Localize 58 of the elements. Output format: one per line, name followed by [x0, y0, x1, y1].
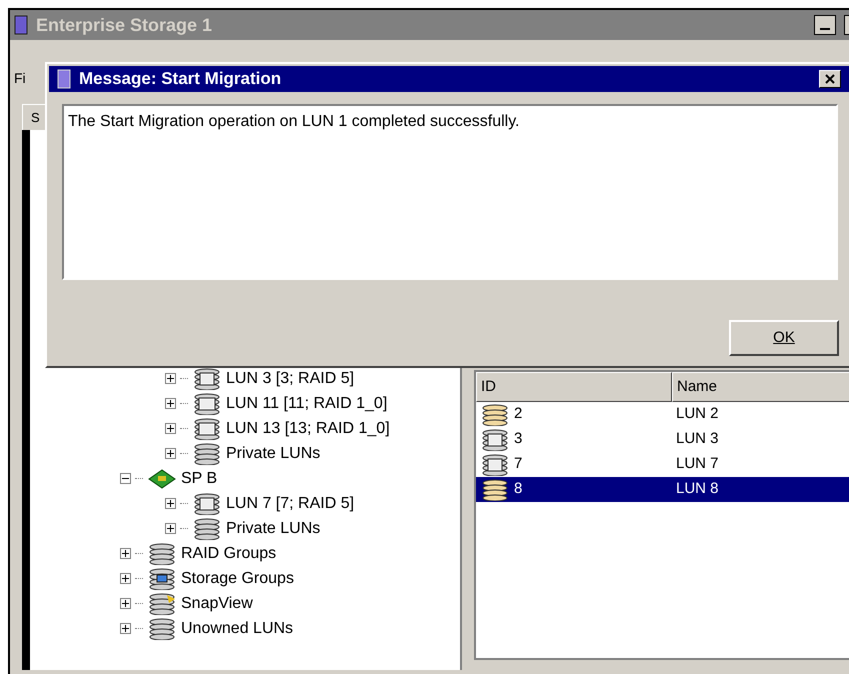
message-text: The Start Migration operation on LUN 1 completed successfully.	[68, 113, 520, 130]
table-row[interactable]: 3 LUN 3	[476, 427, 849, 452]
ok-button[interactable]: OK	[729, 320, 839, 356]
close-icon	[825, 74, 835, 84]
raid10-disk-icon	[192, 418, 222, 440]
expand-toggle[interactable]	[165, 523, 176, 534]
filter-label: Fi	[14, 68, 26, 88]
table-row[interactable]: 8 LUN 8	[476, 477, 849, 502]
tree-item-label[interactable]: Storage Groups	[181, 566, 294, 590]
window-title: Enterprise Storage 1	[36, 14, 212, 37]
disk-stack-icon	[192, 442, 222, 464]
expand-toggle[interactable]	[165, 398, 176, 409]
table-row[interactable]: 2 LUN 2	[476, 402, 849, 427]
disk-icon	[480, 478, 510, 500]
circuit-board-icon	[147, 468, 177, 488]
column-header[interactable]: Name	[672, 372, 849, 402]
table-cell-text: LUN 8	[675, 479, 720, 500]
tree-item-label[interactable]: LUN 3 [3; RAID 5]	[226, 366, 354, 390]
raid10-disk-icon	[192, 392, 222, 414]
tree-item-label[interactable]: LUN 11 [11; RAID 1_0]	[226, 392, 388, 416]
expand-toggle[interactable]	[120, 598, 131, 609]
raid5-disk-icon	[480, 454, 510, 476]
raid5-disk-icon	[480, 428, 510, 450]
table-cell-text: 8	[514, 479, 522, 500]
disk-stack-icon	[147, 618, 177, 640]
table-cell-text: 7	[514, 454, 522, 474]
collapse-toggle[interactable]	[120, 473, 131, 484]
close-button[interactable]	[819, 70, 841, 88]
table-cell-text: LUN 2	[675, 404, 720, 424]
expand-toggle[interactable]	[165, 498, 176, 509]
tree-item-label[interactable]: LUN 13 [13; RAID 1_0]	[226, 416, 390, 440]
table-cell-text: LUN 7	[675, 454, 720, 474]
column-header[interactable]: ID	[476, 372, 672, 402]
expand-toggle[interactable]	[165, 373, 176, 384]
disk-stack-icon	[192, 518, 222, 540]
expand-toggle[interactable]	[120, 623, 131, 634]
table-cell-text: LUN 3	[675, 429, 720, 450]
table-cell-text: 2	[514, 404, 522, 424]
tree-item-label[interactable]: SnapView	[181, 592, 253, 616]
tree-item-label[interactable]: Private LUNs	[226, 516, 320, 540]
snapshot-disk-icon	[147, 592, 177, 614]
disk-group-icon	[147, 568, 177, 590]
table-cell-text: 3	[514, 429, 522, 450]
tree-item-label[interactable]: LUN 7 [7; RAID 5]	[226, 492, 354, 516]
disk-group-icon	[147, 542, 177, 564]
minimize-button[interactable]	[814, 15, 836, 35]
expand-toggle[interactable]	[120, 573, 131, 584]
tree-item-label[interactable]: RAID Groups	[181, 542, 276, 566]
expand-toggle[interactable]	[120, 548, 131, 559]
tree-item-label[interactable]: Unowned LUNs	[181, 616, 294, 640]
dialog-title: Message: Start Migration	[79, 68, 282, 90]
disk-icon	[480, 404, 510, 426]
expand-toggle[interactable]	[165, 448, 176, 459]
table-row[interactable]: 7 LUN 7	[476, 452, 849, 477]
expand-toggle[interactable]	[165, 423, 176, 434]
raid5-disk-icon	[192, 492, 222, 514]
tree-item-label[interactable]: SP B	[181, 466, 218, 490]
tree-item-label[interactable]: Private LUNs	[226, 442, 320, 466]
